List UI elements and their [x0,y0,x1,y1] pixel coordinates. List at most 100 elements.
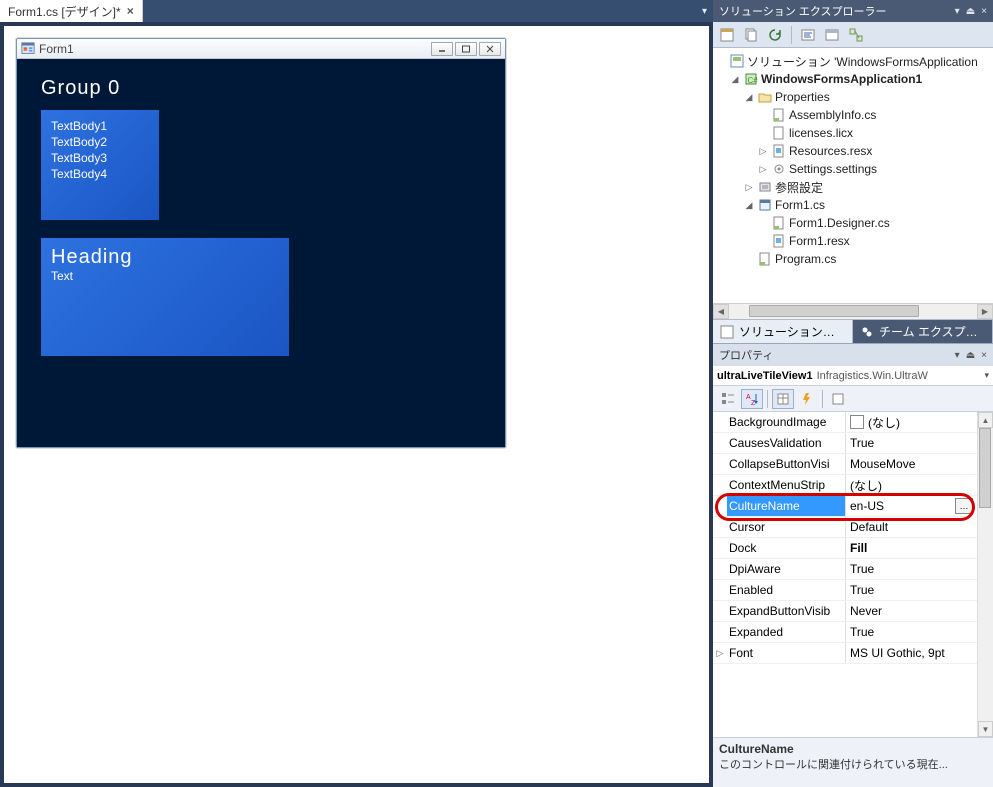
view-code-icon[interactable] [798,25,818,45]
resx-icon [771,233,787,249]
show-all-files-icon[interactable] [741,25,761,45]
categorized-icon[interactable] [717,389,739,409]
scroll-up-icon[interactable]: ▲ [978,412,993,428]
preview-form-window[interactable]: Form1 Group 0 TextBody1 TextBody2 TextBo… [16,38,506,448]
ellipsis-button[interactable]: … [955,498,973,514]
solution-tree[interactable]: ソリューション 'WindowsFormsApplication ◢ C# Wi… [713,48,993,303]
property-value[interactable]: MouseMove [845,454,977,474]
property-row[interactable]: CursorDefault [713,517,977,538]
property-value[interactable]: Default [845,517,977,537]
tree-node-file[interactable]: ▷ Settings.settings [715,160,991,178]
property-grid[interactable]: BackgroundImage(なし)CausesValidationTrueC… [713,412,977,737]
expand-icon[interactable] [713,538,727,558]
expand-icon[interactable] [713,454,727,474]
tree-node-file[interactable]: AssemblyInfo.cs [715,106,991,124]
property-value[interactable]: Fill [845,538,977,558]
property-value[interactable]: True [845,559,977,579]
maximize-button[interactable] [455,42,477,56]
tree-node-references[interactable]: ▷ 参照設定 [715,178,991,196]
live-tile-view[interactable]: Group 0 TextBody1 TextBody2 TextBody3 Te… [17,59,505,447]
solution-explorer-header: ソリューション エクスプローラー ▾ ⏏ × [713,0,993,22]
property-row[interactable]: BackgroundImage(なし) [713,412,977,433]
view-designer-icon[interactable] [822,25,842,45]
horizontal-scrollbar[interactable]: ◀ ▶ [713,303,993,319]
property-value[interactable]: Never [845,601,977,621]
vertical-scrollbar[interactable]: ▲ ▼ [977,412,993,737]
tree-node-properties[interactable]: ◢ Properties [715,88,991,106]
property-value[interactable]: True [845,580,977,600]
property-row[interactable]: CollapseButtonVisiMouseMove [713,454,977,475]
tab-dropdown-icon[interactable]: ▾ [702,6,707,17]
property-value[interactable]: True [845,622,977,642]
expand-icon[interactable] [713,622,727,642]
expand-icon[interactable] [713,433,727,453]
events-icon[interactable] [796,389,818,409]
tree-node-file[interactable]: Program.cs [715,250,991,268]
expand-icon[interactable] [713,496,727,516]
tree-node-solution[interactable]: ソリューション 'WindowsFormsApplication [715,52,991,70]
component-selector[interactable]: ultraLiveTileView1 Infragistics.Win.Ultr… [713,366,993,386]
property-row[interactable]: CultureNameen-US… [713,496,977,517]
team-explorer-tab[interactable]: チーム エクスプ… [853,320,993,343]
tree-node-project[interactable]: ◢ C# WindowsFormsApplication1 [715,70,991,88]
expand-icon[interactable]: ◢ [743,92,755,103]
property-row[interactable]: ContextMenuStrip(なし) [713,475,977,496]
pin-icon[interactable]: ⏏ [966,350,975,361]
close-icon[interactable]: × [981,350,987,361]
dropdown-icon[interactable]: ▾ [955,6,960,17]
expand-icon[interactable] [713,475,727,495]
property-row[interactable]: DockFill [713,538,977,559]
property-value[interactable]: True [845,433,977,453]
property-row[interactable]: CausesValidationTrue [713,433,977,454]
tree-node-form1[interactable]: ◢ Form1.cs [715,196,991,214]
refresh-icon[interactable] [765,25,785,45]
property-value[interactable]: MS UI Gothic, 9pt [845,643,977,663]
document-tab[interactable]: Form1.cs [デザイン]* × [0,0,143,22]
property-value[interactable]: (なし) [845,475,977,495]
expand-icon[interactable] [713,580,727,600]
design-surface[interactable]: Form1 Group 0 TextBody1 TextBody2 TextBo… [4,26,709,783]
tree-node-file[interactable]: ▷ Resources.resx [715,142,991,160]
tree-node-file[interactable]: licenses.licx [715,124,991,142]
property-value[interactable]: (なし) [845,412,977,432]
expand-icon[interactable]: ◢ [743,200,755,211]
property-row[interactable]: EnabledTrue [713,580,977,601]
property-value[interactable]: en-US… [845,496,977,516]
property-row[interactable]: DpiAwareTrue [713,559,977,580]
pin-icon[interactable]: ⏏ [966,6,975,17]
scroll-down-icon[interactable]: ▼ [978,721,993,737]
tree-node-file[interactable]: Form1.Designer.cs [715,214,991,232]
chevron-down-icon[interactable]: ▾ [984,370,989,381]
solution-explorer-tab[interactable]: ソリューション… [713,320,853,343]
expand-icon[interactable]: ▷ [743,182,755,193]
scroll-thumb[interactable] [749,305,919,317]
right-dock: ソリューション エクスプローラー ▾ ⏏ × ソリューション 'WindowsF… [713,0,993,787]
close-icon[interactable]: × [127,4,134,18]
expand-icon[interactable]: ▷ [757,146,769,157]
scroll-thumb[interactable] [979,428,991,508]
properties-icon[interactable] [772,389,794,409]
expand-icon[interactable] [713,559,727,579]
scroll-right-icon[interactable]: ▶ [977,304,993,319]
close-icon[interactable]: × [981,6,987,17]
property-row[interactable]: ExpandedTrue [713,622,977,643]
close-button[interactable] [479,42,501,56]
expand-icon[interactable] [713,601,727,621]
expand-icon[interactable]: ▷ [713,643,727,663]
expand-icon[interactable]: ▷ [757,164,769,175]
minimize-button[interactable] [431,42,453,56]
tree-node-file[interactable]: Form1.resx [715,232,991,250]
property-row[interactable]: ExpandButtonVisibNever [713,601,977,622]
scroll-left-icon[interactable]: ◀ [713,304,729,319]
alphabetical-icon[interactable]: AZ [741,389,763,409]
tile-large[interactable]: Heading Text [41,238,289,356]
expand-icon[interactable] [713,517,727,537]
tile-small[interactable]: TextBody1 TextBody2 TextBody3 TextBody4 [41,110,159,220]
expand-icon[interactable] [713,412,727,432]
view-class-diagram-icon[interactable] [846,25,866,45]
dropdown-icon[interactable]: ▾ [955,350,960,361]
expand-icon[interactable]: ◢ [729,74,741,85]
properties-icon[interactable] [717,25,737,45]
property-pages-icon[interactable] [827,389,849,409]
property-row[interactable]: ▷FontMS UI Gothic, 9pt [713,643,977,664]
